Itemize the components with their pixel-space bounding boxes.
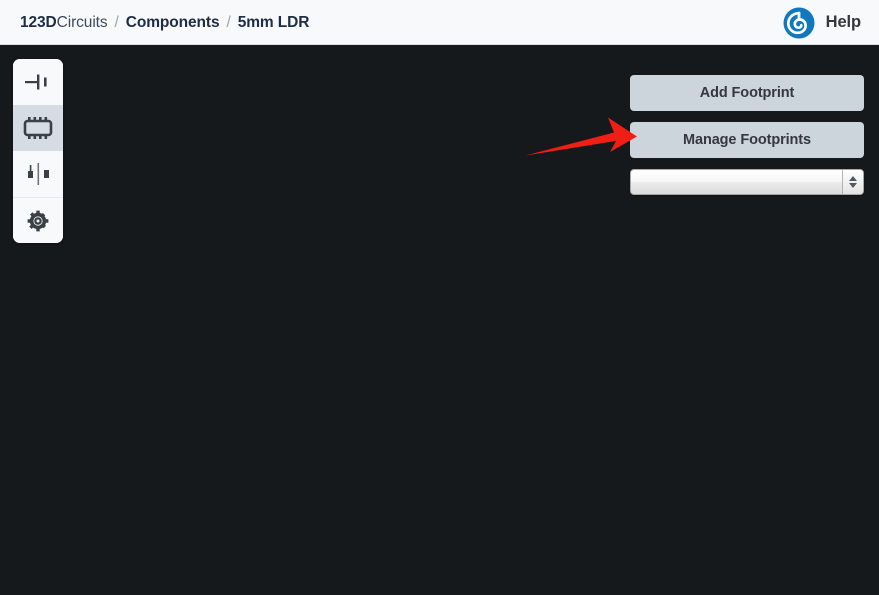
breadcrumb-item-components[interactable]: Components <box>126 14 220 32</box>
editor-canvas[interactable]: Add Footprint Manage Footprints <box>0 45 879 595</box>
help-button[interactable]: Help <box>783 0 861 45</box>
app-window: 123DCircuits / Components / 5mm LDR Help <box>0 0 879 595</box>
add-footprint-button[interactable]: Add Footprint <box>630 75 864 111</box>
breadcrumb-brand-bold: 123D <box>20 13 57 31</box>
breadcrumb: 123DCircuits / Components / 5mm LDR <box>20 0 309 45</box>
sidebar-item-footprint-chip[interactable] <box>13 105 63 151</box>
breadcrumb-separator-2: / <box>226 13 231 31</box>
sidebar-item-settings[interactable] <box>13 197 63 243</box>
power-logo-icon <box>783 7 815 38</box>
sidebar-item-pcb-3d-view[interactable] <box>13 151 63 197</box>
footprint-select-stepper[interactable] <box>842 170 863 194</box>
manage-footprints-button[interactable]: Manage Footprints <box>630 122 864 158</box>
breadcrumb-item-current: 5mm LDR <box>237 13 310 31</box>
breadcrumb-brand-light: Circuits <box>56 13 108 31</box>
capacitor-symbol-icon <box>25 74 47 90</box>
ic-chip-icon <box>23 117 53 139</box>
gear-icon <box>27 210 49 231</box>
editor-mode-toolbar <box>13 59 63 243</box>
top-header-bar: 123DCircuits / Components / 5mm LDR Help <box>0 0 879 45</box>
annotation-arrow-icon <box>525 117 637 156</box>
chevron-up-icon[interactable] <box>849 176 857 181</box>
component-pins-icon <box>28 163 49 185</box>
chevron-down-icon[interactable] <box>849 183 857 188</box>
help-label: Help <box>825 13 861 31</box>
breadcrumb-separator-1: / <box>114 13 119 31</box>
breadcrumb-brand[interactable]: 123DCircuits <box>20 14 108 32</box>
sidebar-item-schematic-symbol[interactable] <box>13 59 63 105</box>
footprint-controls-panel: Add Footprint Manage Footprints <box>630 75 864 195</box>
footprint-select[interactable] <box>630 169 864 195</box>
